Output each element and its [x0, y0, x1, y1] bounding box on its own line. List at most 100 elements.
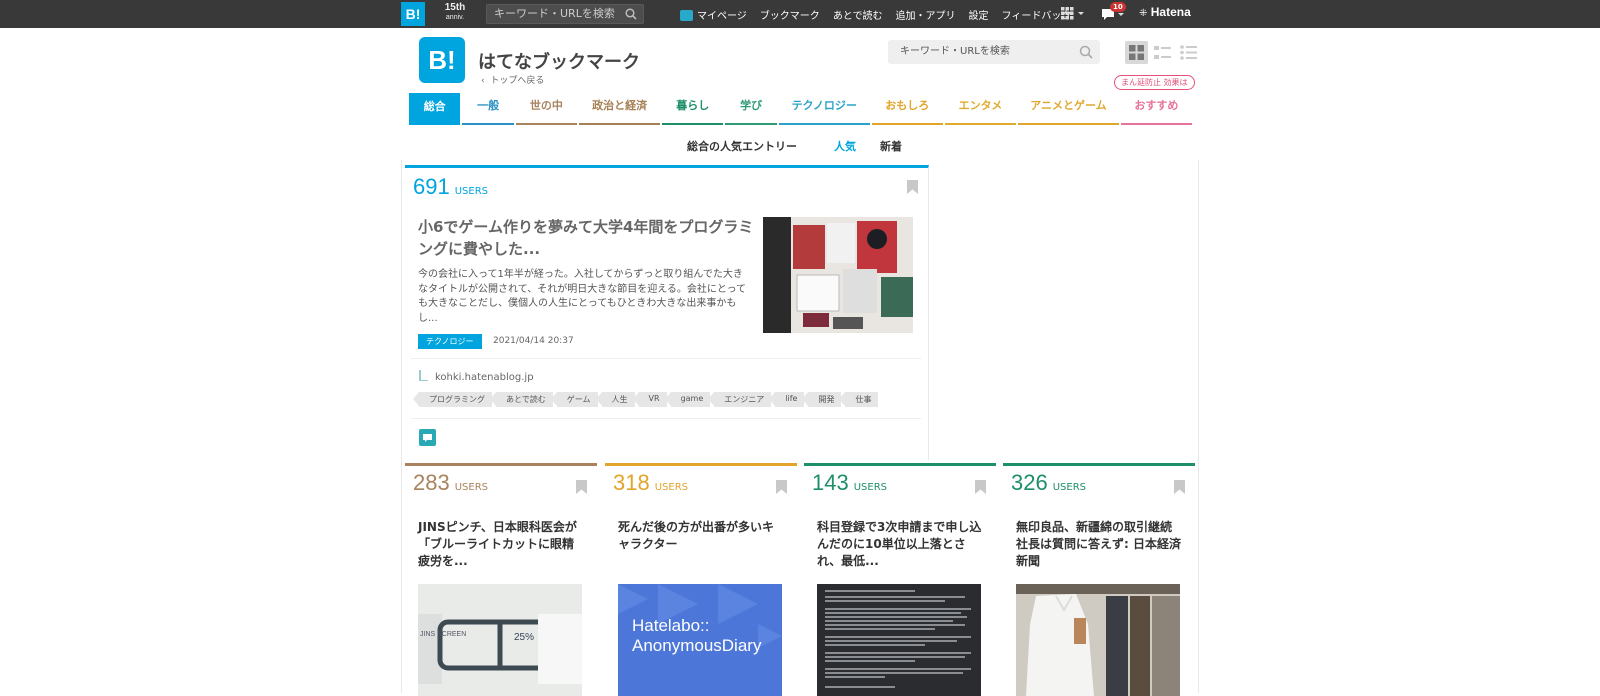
- bookmark-icon[interactable]: [576, 480, 587, 494]
- bookmark-count-number: 691: [413, 174, 450, 199]
- bookmark-count-number: 283: [413, 470, 450, 495]
- bookmark-count-label: USERS: [853, 482, 887, 493]
- entry-title[interactable]: 科目登録で3次申請まで申し込んだのに10単位以上落とされ、最低...: [817, 519, 982, 570]
- entry-thumbnail[interactable]: Hatelabo:: AnonymousDiary: [618, 584, 782, 696]
- bookmark-count[interactable]: 283 USERS: [413, 470, 488, 496]
- nav-read-later[interactable]: あとで読む: [833, 7, 883, 22]
- comment-icon[interactable]: [419, 429, 436, 446]
- entry-thumbnail[interactable]: [817, 584, 981, 696]
- hatena-bookmark-logo[interactable]: B!: [401, 2, 425, 26]
- bookmark-count[interactable]: 326 USERS: [1011, 470, 1086, 496]
- nav-mypage-label: マイページ: [697, 10, 747, 22]
- bookmark-icon[interactable]: [907, 180, 918, 194]
- compact-view-button[interactable]: [1177, 41, 1200, 64]
- entry-card: 143 USERS 科目登録で3次申請まで申し込んだのに10単位以上落とされ、最低…: [804, 463, 996, 696]
- promo-badge[interactable]: まん延防止 効果は: [1114, 75, 1195, 90]
- tab-learning[interactable]: 学び: [725, 93, 777, 125]
- tab-general-all[interactable]: 総合: [409, 93, 461, 125]
- hatena-brand-label: Hatena: [1150, 5, 1191, 19]
- tab-entertainment[interactable]: エンタメ: [944, 93, 1017, 125]
- tab-society[interactable]: 世の中: [515, 93, 578, 125]
- tag[interactable]: エンジニア: [708, 392, 772, 407]
- global-bar: B! 15th anniv. キーワード・URLを検索 マイページ ブックマーク…: [0, 0, 1600, 28]
- subnav-new[interactable]: 新着: [880, 138, 902, 154]
- entry-site-link[interactable]: kohki.hatenablog.jp: [419, 370, 534, 383]
- tab-general[interactable]: 一般: [462, 93, 514, 125]
- subnav-popular[interactable]: 人気: [834, 138, 856, 154]
- tag[interactable]: あとで読む: [490, 392, 553, 407]
- entry-card: 283 USERS JINSピンチ、日本眼科医会が「ブルーライトカットに眼精疲労を…: [405, 463, 597, 696]
- tab-life[interactable]: 暮らし: [662, 93, 724, 125]
- tag[interactable]: ゲーム: [550, 392, 598, 407]
- global-search-input[interactable]: キーワード・URLを検索: [486, 4, 644, 24]
- category-tabs: 総合 一般 世の中 政治と経済 暮らし 学び テクノロジー おもしろ エンタメ …: [409, 93, 1192, 125]
- entry-thumbnail[interactable]: [1016, 584, 1180, 696]
- bookmark-count-label: USERS: [1052, 482, 1086, 493]
- entry-card: 318 USERS 死んだ後の方が出番が多いキャラクター Hatelabo:: A…: [605, 463, 797, 696]
- entry-thumbnail[interactable]: [763, 217, 913, 333]
- tab-anime-game[interactable]: アニメとゲーム: [1018, 93, 1119, 125]
- entry-thumbnail[interactable]: JINS SCREEN 25%: [418, 584, 582, 696]
- bookmark-count[interactable]: 143 USERS: [812, 470, 887, 496]
- shirts-thumbnail-image: [1016, 584, 1180, 696]
- tag[interactable]: life: [769, 392, 805, 407]
- bookmark-count-label: USERS: [654, 482, 688, 493]
- site-title[interactable]: はてなブックマーク: [478, 48, 640, 74]
- site-search-input[interactable]: キーワード・URLを検索: [888, 40, 1100, 64]
- nav-mypage[interactable]: マイページ: [680, 7, 747, 22]
- hatena-brand-link[interactable]: ⁜ Hatena: [1139, 5, 1191, 19]
- site-search-placeholder: キーワード・URLを検索: [900, 46, 1010, 57]
- tab-technology[interactable]: テクノロジー: [778, 93, 870, 125]
- search-icon[interactable]: [625, 8, 637, 20]
- tab-politics-economy[interactable]: 政治と経済: [579, 93, 661, 125]
- bookmark-count[interactable]: 691 USERS: [413, 174, 488, 200]
- nav-bookmark[interactable]: ブックマーク: [760, 7, 820, 22]
- back-to-top-label: トップへ戻る: [490, 76, 545, 86]
- entry-title[interactable]: 小6でゲーム作りを夢みて大学4年間をプログラミングに費やした...: [418, 216, 754, 260]
- content-frame-right: [1198, 160, 1199, 693]
- nav-add-apps[interactable]: 追加・アプリ: [896, 7, 956, 22]
- bookmark-count-label: USERS: [454, 482, 488, 493]
- bookmark-count-number: 143: [812, 470, 849, 495]
- grid-view-button[interactable]: [1125, 41, 1148, 64]
- site-logo[interactable]: B!: [419, 37, 465, 83]
- bookmark-icon[interactable]: [975, 480, 986, 494]
- tag[interactable]: 仕事: [839, 392, 879, 407]
- entry-date: 2021/04/14 20:37: [493, 336, 574, 346]
- tag[interactable]: プログラミング: [413, 392, 492, 407]
- tag[interactable]: 人生: [595, 392, 635, 407]
- entry-title[interactable]: 死んだ後の方が出番が多いキャラクター: [618, 519, 783, 553]
- back-to-top-link[interactable]: ‹ トップへ戻る: [481, 73, 544, 86]
- entry-card: 326 USERS 無印良品、新疆綿の取引継続 社長は質問に答えず: 日本経済新聞: [1003, 463, 1195, 696]
- notification-count-badge: 10: [1110, 2, 1126, 12]
- search-icon[interactable]: [1079, 45, 1093, 59]
- tag[interactable]: game: [664, 392, 711, 407]
- tag[interactable]: VR: [632, 392, 667, 407]
- hatena-mark-icon: ⁜: [1139, 8, 1148, 19]
- tab-recommended[interactable]: おすすめ: [1120, 93, 1192, 125]
- entry-category-badge[interactable]: テクノロジー: [418, 334, 482, 349]
- content-frame-left: [401, 160, 402, 693]
- entry-title[interactable]: 無印良品、新疆綿の取引継続 社長は質問に答えず: 日本経済新聞: [1016, 519, 1181, 570]
- tab-fun[interactable]: おもしろ: [871, 93, 943, 125]
- global-search-placeholder: キーワード・URLを検索: [494, 7, 615, 20]
- bookmark-icon[interactable]: [776, 480, 787, 494]
- global-nav: マイページ ブックマーク あとで読む 追加・アプリ 設定 フィードバック: [680, 0, 1084, 28]
- entry-summary: 今の会社に入って1年半が経った。入社してからずっと取り組んでた大きなタイトルが公…: [418, 269, 747, 324]
- bookmark-icon[interactable]: [1174, 480, 1185, 494]
- tag[interactable]: 開発: [802, 392, 842, 407]
- mypage-icon: [680, 9, 693, 21]
- entry-title[interactable]: JINSピンチ、日本眼科医会が「ブルーライトカットに眼精疲労を...: [418, 519, 583, 570]
- view-toggle: [1125, 41, 1200, 64]
- featured-entry: 691 USERS 小6でゲーム作りを夢みて大学4年間をプログラミングに費やした.…: [405, 165, 929, 460]
- entry-tags: プログラミング あとで読む ゲーム 人生 VR game エンジニア life …: [413, 392, 879, 407]
- anonymous-diary-thumbnail: Hatelabo:: AnonymousDiary: [618, 584, 782, 696]
- bookmark-count[interactable]: 318 USERS: [613, 470, 688, 496]
- anniversary-badge: 15th anniv.: [434, 3, 476, 25]
- glasses-thumbnail-image: JINS SCREEN 25%: [418, 584, 582, 696]
- comment-bubble-icon: [423, 434, 432, 442]
- apps-grid-icon[interactable]: [1061, 7, 1087, 21]
- anonymous-diary-label: Hatelabo:: AnonymousDiary: [632, 616, 762, 655]
- list-view-button[interactable]: [1151, 41, 1174, 64]
- nav-settings[interactable]: 設定: [969, 7, 989, 22]
